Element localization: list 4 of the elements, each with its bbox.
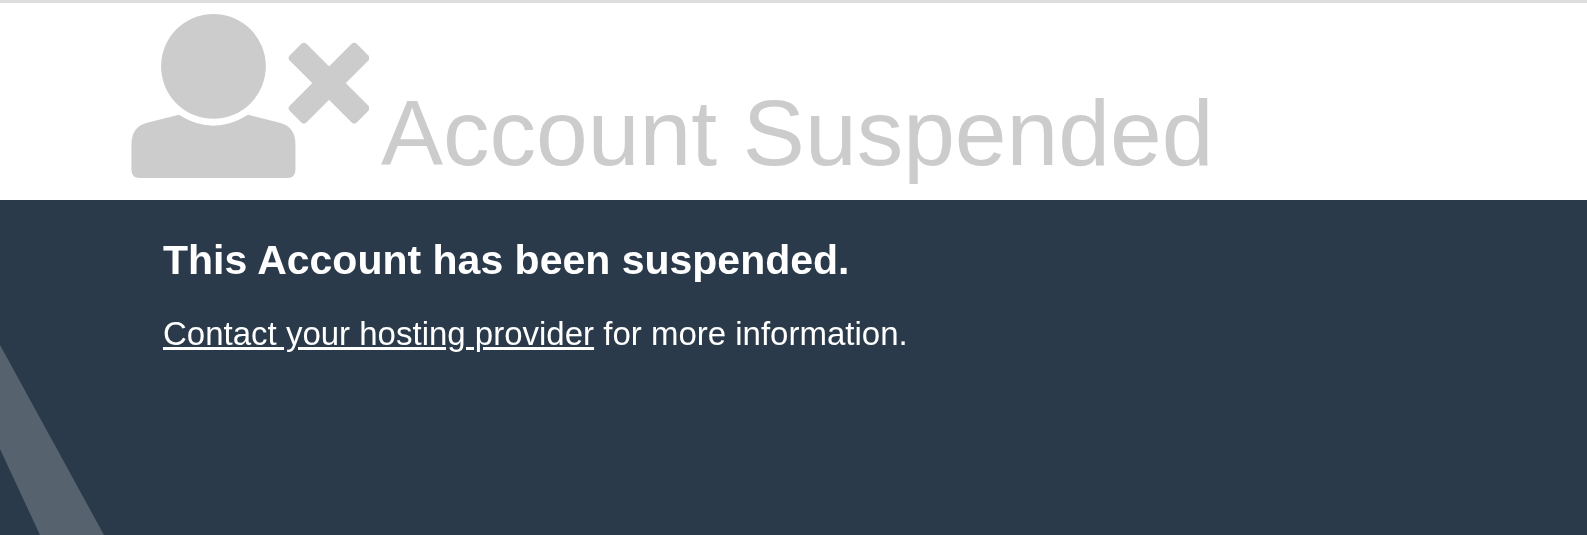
contact-link[interactable]: Contact your hosting provider bbox=[163, 315, 595, 353]
notice-heading: This Account has been suspended. bbox=[163, 236, 851, 285]
user-remove-icon bbox=[131, 14, 369, 180]
notice-message: Contact your hosting provider for more information. bbox=[163, 315, 909, 354]
